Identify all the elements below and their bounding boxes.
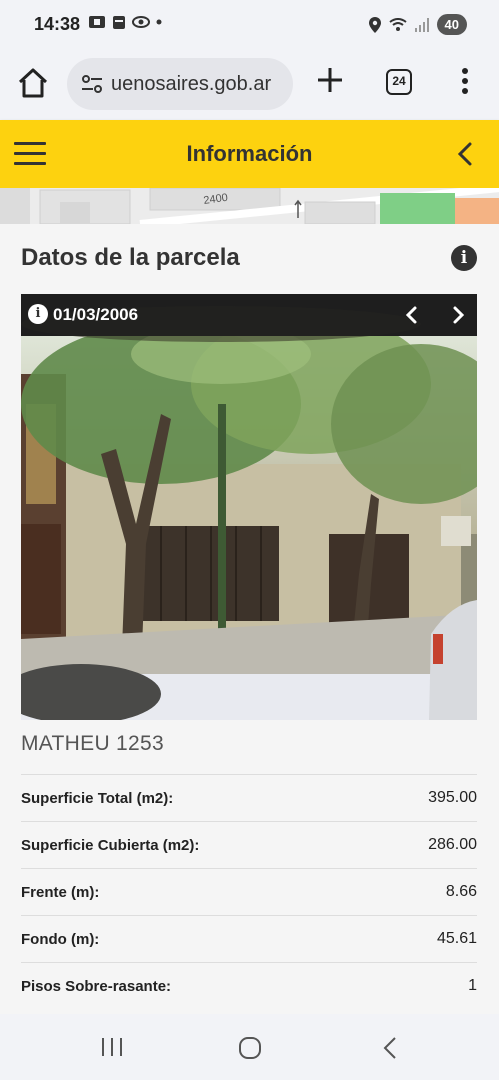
url-text: uenosaires.gob.ar xyxy=(111,73,272,95)
page-title: Información xyxy=(186,141,313,166)
table-row: Superficie Total (m2): 395.00 xyxy=(21,774,477,821)
info-icon[interactable]: i xyxy=(451,245,477,271)
row-value: 8.66 xyxy=(445,883,477,900)
dot-icon xyxy=(156,19,162,25)
eye-icon xyxy=(132,16,150,28)
url-bar[interactable]: uenosaires.gob.ar xyxy=(67,58,293,110)
table-row: Fondo (m): 45.61 xyxy=(21,915,477,962)
parcel-panel: Datos de la parcela i i 01/03/2006 MATHE… xyxy=(0,224,499,1014)
table-row: Pisos Sobre-rasante: 1 xyxy=(21,962,477,1009)
table-row: Superficie Cubierta (m2): 286.00 xyxy=(21,821,477,868)
home-icon[interactable] xyxy=(16,66,50,100)
map-preview[interactable]: 2400 xyxy=(0,188,499,224)
street-photo: i 01/03/2006 xyxy=(21,294,477,720)
photo-header-bar: i 01/03/2006 xyxy=(21,294,477,336)
row-label: Superficie Total (m2): xyxy=(21,789,174,807)
tune-icon[interactable] xyxy=(81,73,103,95)
street-photo-image xyxy=(21,294,477,720)
tab-switcher-button[interactable]: 24 xyxy=(386,69,412,95)
system-nav-bar xyxy=(0,1014,499,1080)
row-label: Fondo (m): xyxy=(21,930,100,948)
recents-icon[interactable] xyxy=(100,1036,124,1058)
photo-date: 01/03/2006 xyxy=(53,305,139,324)
row-value: 395.00 xyxy=(428,789,477,806)
signal-icon xyxy=(414,17,429,32)
chevron-left-icon[interactable] xyxy=(453,140,477,168)
more-vert-icon[interactable] xyxy=(456,66,474,96)
chevron-left-icon[interactable] xyxy=(401,304,423,326)
map-image: 2400 xyxy=(0,188,499,224)
status-time: 14:38 xyxy=(34,14,81,34)
info-icon: i xyxy=(28,304,48,324)
row-value: 1 xyxy=(468,977,477,994)
notification-icons xyxy=(88,14,162,30)
browser-toolbar: uenosaires.gob.ar 24 xyxy=(0,52,499,120)
plus-icon[interactable] xyxy=(316,66,344,94)
home-nav-icon[interactable] xyxy=(238,1036,262,1060)
parcel-data-table: Superficie Total (m2): 395.00 Superficie… xyxy=(21,774,477,1009)
location-icon xyxy=(368,16,381,33)
table-row: Frente (m): 8.66 xyxy=(21,868,477,915)
section-title: Datos de la parcela xyxy=(21,244,240,271)
status-right-icons: 40 xyxy=(368,14,467,35)
row-value: 45.61 xyxy=(436,930,477,947)
row-label: Frente (m): xyxy=(21,883,100,901)
wifi-icon xyxy=(388,17,407,31)
back-nav-icon[interactable] xyxy=(380,1036,402,1060)
app-header: Información xyxy=(0,120,499,188)
calendar-icon xyxy=(113,16,125,29)
status-bar: 14:38 40 xyxy=(0,0,499,52)
row-label: Pisos Sobre-rasante: xyxy=(21,977,172,995)
battery-indicator: 40 xyxy=(436,14,467,35)
chevron-right-icon[interactable] xyxy=(447,304,469,326)
notification-app-icon xyxy=(89,16,105,28)
row-value: 286.00 xyxy=(428,836,477,853)
row-label: Superficie Cubierta (m2): xyxy=(21,836,200,854)
parcel-address: MATHEU 1253 xyxy=(21,732,164,755)
